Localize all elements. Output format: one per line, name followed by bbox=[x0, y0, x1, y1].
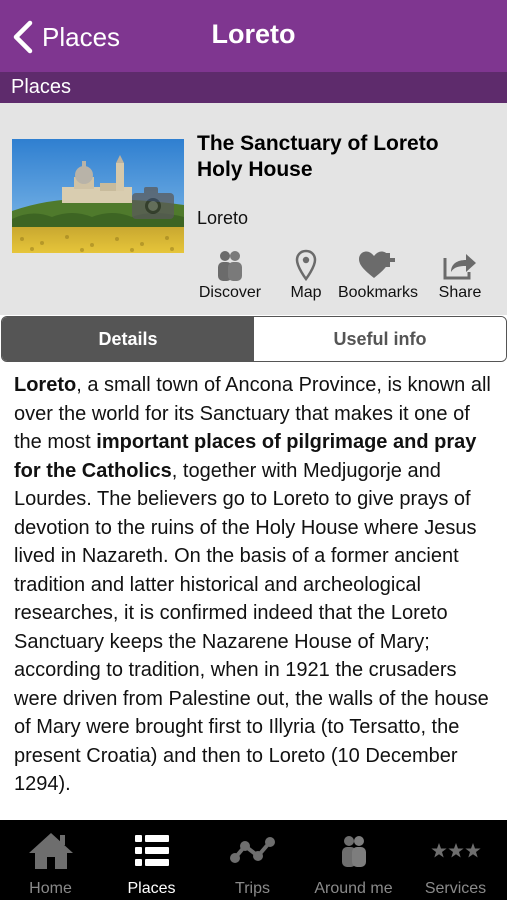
back-button-label: Places bbox=[42, 21, 121, 52]
sanctuary-photo bbox=[12, 139, 184, 253]
tab-home[interactable]: Home bbox=[0, 820, 101, 900]
place-header: The Sanctuary of Loreto Holy House Loret… bbox=[0, 103, 507, 315]
place-photo[interactable] bbox=[12, 139, 184, 253]
tab-services[interactable]: Services bbox=[404, 820, 507, 900]
discover-label: Discover bbox=[198, 284, 262, 301]
tab-home-label: Home bbox=[29, 880, 72, 897]
share-button[interactable]: Share bbox=[432, 248, 488, 308]
back-button[interactable]: Places bbox=[10, 18, 120, 56]
place-city: Loreto bbox=[197, 208, 249, 228]
route-icon bbox=[229, 837, 275, 863]
place-title: The Sanctuary of Loreto Holy House bbox=[197, 131, 487, 183]
tab-places-label: Places bbox=[127, 880, 176, 897]
tab-services-label: Services bbox=[424, 880, 487, 897]
bottom-tab-bar: Home Places Trips Around me Services bbox=[0, 820, 507, 900]
description-text-b: , together with Medjugorje and Lourdes. … bbox=[14, 459, 489, 796]
tab-around-me[interactable]: Around me bbox=[303, 820, 404, 900]
place-title-line-1: The Sanctuary of Loreto bbox=[197, 132, 439, 155]
description-bold-town: Loreto bbox=[14, 374, 77, 396]
map-button[interactable]: Map bbox=[284, 248, 328, 308]
bookmarks-label: Bookmarks bbox=[337, 284, 419, 301]
stars-icon bbox=[430, 843, 481, 858]
tab-details[interactable]: Details bbox=[2, 317, 254, 361]
list-icon bbox=[134, 835, 169, 866]
navigation-bar: Places Loreto bbox=[0, 0, 507, 72]
discover-button[interactable]: Discover bbox=[190, 248, 270, 308]
details-segmented-control: Details Useful info bbox=[1, 316, 507, 362]
map-label: Map bbox=[290, 284, 322, 301]
bookmarks-button[interactable]: Bookmarks bbox=[332, 248, 424, 308]
tab-trips-label: Trips bbox=[235, 880, 270, 897]
heart-plus-icon bbox=[359, 251, 395, 278]
home-icon bbox=[28, 833, 73, 869]
share-icon bbox=[443, 254, 476, 280]
tab-trips[interactable]: Trips bbox=[202, 820, 303, 900]
place-description: Loreto, a small town of Ancona Province,… bbox=[14, 371, 496, 807]
place-title-line-2: Holy House bbox=[197, 158, 313, 181]
tab-around-me-label: Around me bbox=[314, 880, 393, 897]
tab-useful-info[interactable]: Useful info bbox=[254, 317, 506, 361]
share-label: Share bbox=[438, 284, 482, 301]
map-pin-icon bbox=[295, 249, 317, 281]
section-label: Places bbox=[11, 76, 72, 98]
tab-places[interactable]: Places bbox=[101, 820, 202, 900]
action-bar: Discover Map Bookmarks Share bbox=[190, 248, 500, 308]
people-icon bbox=[218, 251, 242, 281]
section-header: Places bbox=[0, 72, 507, 103]
people-icon bbox=[341, 836, 366, 867]
chevron-left-icon bbox=[13, 20, 33, 54]
